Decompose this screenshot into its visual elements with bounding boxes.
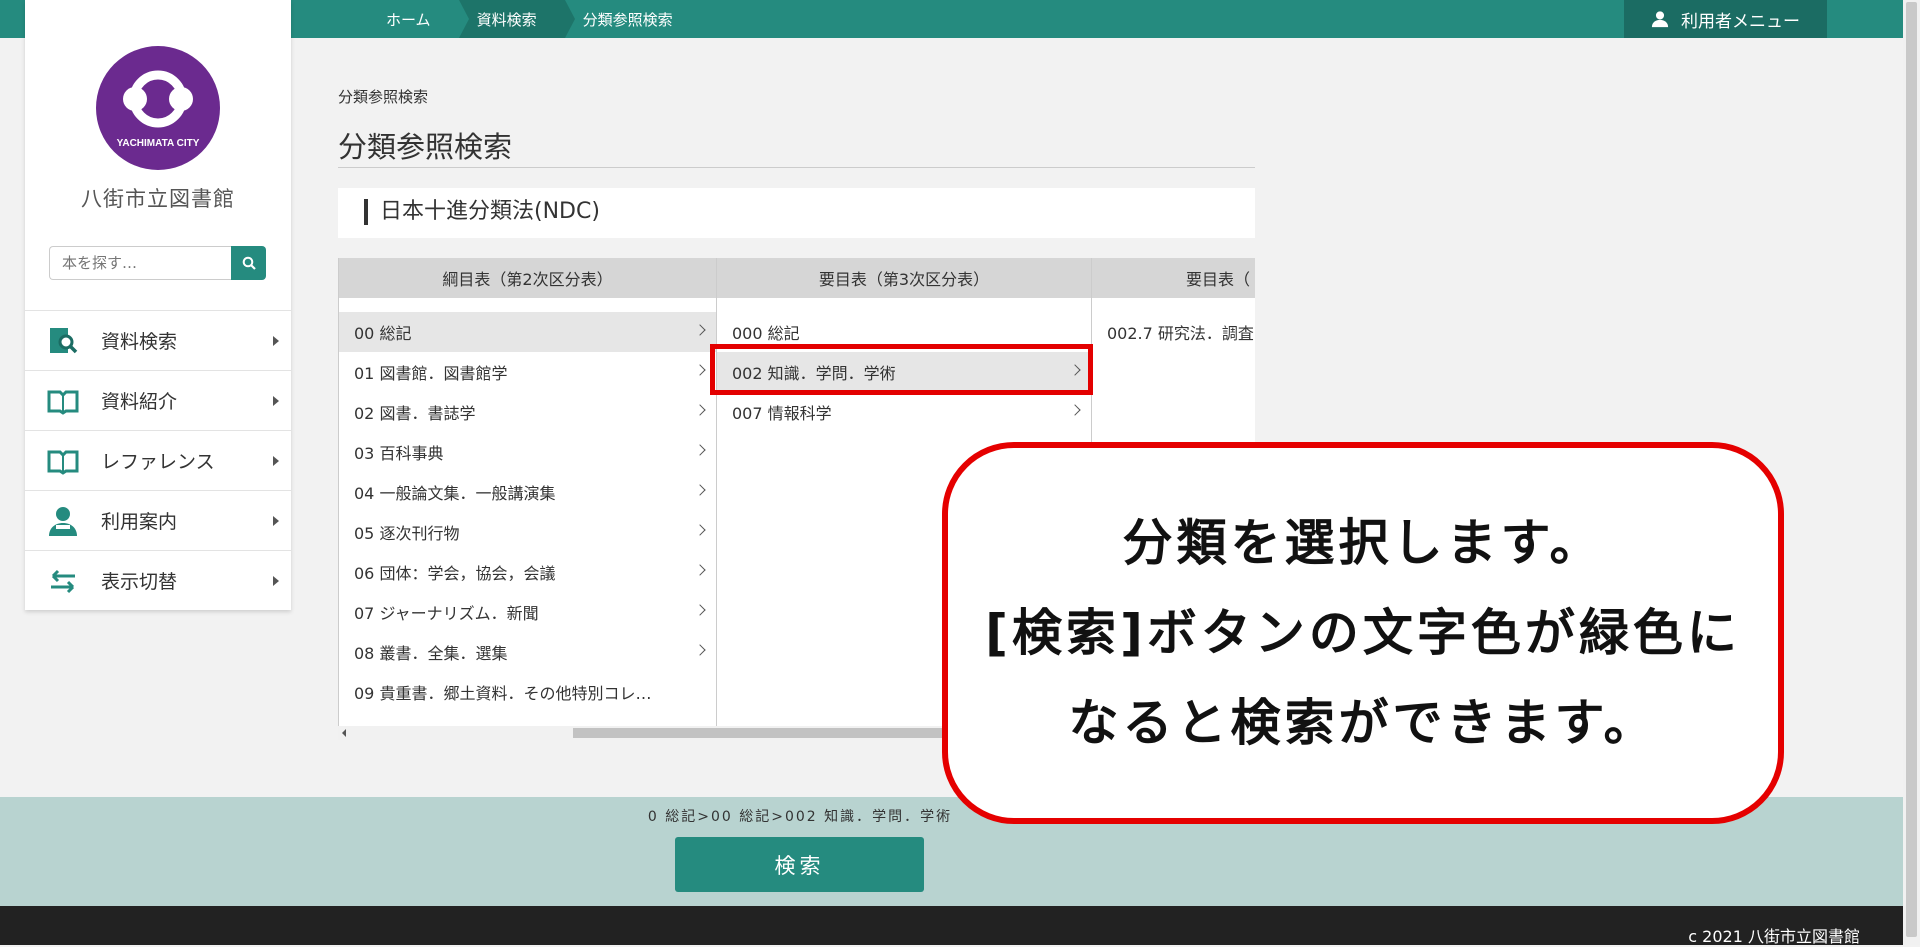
list-item[interactable]: 03 百科事典 bbox=[339, 432, 716, 472]
book-search-input[interactable] bbox=[49, 246, 231, 280]
chevron-right-icon bbox=[694, 364, 706, 376]
footer: c 2021 八街市立図書館 bbox=[0, 906, 1903, 946]
scrollbar-thumb[interactable] bbox=[573, 728, 973, 738]
list-item[interactable]: 00 総記 bbox=[339, 312, 716, 352]
chevron-right-icon bbox=[694, 604, 706, 616]
column-header: 要目表（ bbox=[1092, 258, 1255, 298]
sidebar-item-material-search[interactable]: 資料検索 bbox=[25, 310, 291, 370]
sidebar-search-button[interactable] bbox=[231, 246, 266, 280]
chevron-right-icon bbox=[1069, 404, 1081, 416]
sidebar-item-material-intro[interactable]: 資料紹介 bbox=[25, 370, 291, 430]
column-header: 綱目表（第2次区分表） bbox=[339, 258, 716, 298]
chevron-right-icon bbox=[694, 524, 706, 536]
sidebar-nav: 資料検索 資料紹介 レファレンス 利用案内 表示切替 bbox=[25, 310, 291, 610]
list-item[interactable]: 002.7 研究法．調査 bbox=[1092, 312, 1255, 352]
column-level2: 綱目表（第2次区分表） 00 総記 01 図書館．図書館学 02 図書．書誌学 … bbox=[338, 258, 716, 726]
chevron-right-icon bbox=[694, 324, 706, 336]
title-divider bbox=[338, 167, 1255, 168]
list-item[interactable]: 02 図書．書誌学 bbox=[339, 392, 716, 432]
breadcrumb: ホーム 資料検索 分類参照検索 bbox=[368, 0, 701, 38]
library-logo: YACHIMATA CITY bbox=[96, 46, 220, 170]
open-book-icon bbox=[47, 450, 79, 475]
open-book-icon bbox=[47, 390, 79, 415]
list-item[interactable]: 06 団体：学会，協会，会議 bbox=[339, 552, 716, 592]
instruction-callout: 分類を選択します。 [検索]ボタンの文字色が緑色に なると検索ができます。 bbox=[942, 442, 1784, 824]
classification-scheme-label: 日本十進分類法(NDC) bbox=[364, 199, 600, 225]
chevron-right-icon bbox=[694, 644, 706, 656]
chevron-right-icon bbox=[694, 404, 706, 416]
page-title: 分類参照検索 bbox=[338, 130, 513, 164]
breadcrumb-home[interactable]: ホーム bbox=[368, 0, 469, 38]
svg-text:YACHIMATA CITY: YACHIMATA CITY bbox=[117, 138, 200, 149]
sidebar-search bbox=[49, 246, 266, 280]
breadcrumb-material-search[interactable]: 資料検索 bbox=[458, 0, 575, 38]
list-item[interactable]: 09 貴重書．郷土資料．その他特別コレ… bbox=[339, 672, 716, 712]
sidebar-item-display-toggle[interactable]: 表示切替 bbox=[25, 550, 291, 610]
list-item[interactable]: 007 情報科学 bbox=[717, 392, 1091, 432]
selection-highlight bbox=[710, 344, 1093, 395]
search-button[interactable]: 検索 bbox=[675, 837, 924, 892]
book-search-icon bbox=[50, 328, 78, 354]
list-item[interactable]: 05 逐次刊行物 bbox=[339, 512, 716, 552]
page-breadcrumb: 分類参照検索 bbox=[338, 88, 429, 106]
column-header: 要目表（第3次区分表） bbox=[717, 258, 1091, 298]
sidebar-item-reference[interactable]: レファレンス bbox=[25, 430, 291, 490]
list-item[interactable]: 07 ジャーナリズム．新聞 bbox=[339, 592, 716, 632]
classification-scheme-header: 日本十進分類法(NDC) bbox=[338, 188, 1255, 238]
scrollbar-thumb[interactable] bbox=[1906, 2, 1917, 937]
swap-arrows-icon bbox=[51, 569, 75, 594]
sidebar-item-usage-guide[interactable]: 利用案内 bbox=[25, 490, 291, 550]
user-icon bbox=[1651, 11, 1669, 28]
chevron-right-icon bbox=[694, 484, 706, 496]
chevron-right-icon bbox=[694, 444, 706, 456]
list-item[interactable]: 01 図書館．図書館学 bbox=[339, 352, 716, 392]
person-icon bbox=[49, 507, 77, 536]
chevron-right-icon bbox=[694, 564, 706, 576]
copyright: c 2021 八街市立図書館 bbox=[1688, 927, 1860, 946]
sidebar: YACHIMATA CITY 八街市立図書館 資料検索 資料紹介 レファレンス … bbox=[25, 0, 291, 610]
user-menu-button[interactable]: 利用者メニュー bbox=[1624, 0, 1827, 38]
search-icon bbox=[242, 256, 256, 270]
list-item[interactable]: 08 叢書．全集．選集 bbox=[339, 632, 716, 672]
scroll-left-icon[interactable] bbox=[342, 729, 346, 737]
list-item[interactable]: 04 一般論文集．一般講演集 bbox=[339, 472, 716, 512]
breadcrumb-classification-search: 分類参照検索 bbox=[582, 10, 673, 29]
vertical-scrollbar[interactable] bbox=[1903, 0, 1920, 945]
library-name: 八街市立図書館 bbox=[81, 187, 235, 211]
